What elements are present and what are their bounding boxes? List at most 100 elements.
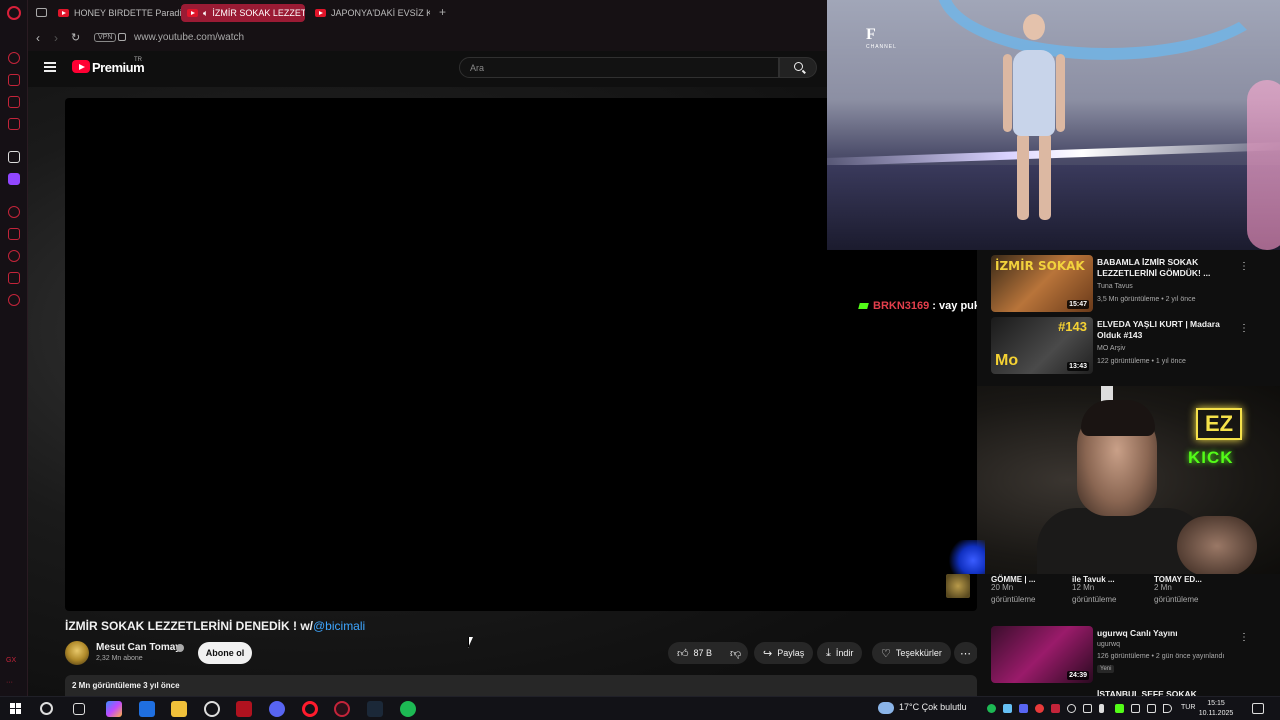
voice-app-icon[interactable] xyxy=(236,701,252,717)
microphone-icon[interactable] xyxy=(1099,704,1104,713)
grid-reco-item[interactable]: ile Tavuk ... 12 Mn görüntüleme xyxy=(1072,575,1148,606)
reco-item[interactable]: İZMİR SOKAK 15:47 BABAMLA İZMİR SOKAK LE… xyxy=(991,255,1280,313)
more-actions-button[interactable]: ⋯ xyxy=(954,642,978,664)
steam-icon[interactable] xyxy=(367,701,383,717)
history-icon[interactable] xyxy=(8,250,20,262)
opera-icon[interactable] xyxy=(302,701,318,717)
mail-icon[interactable] xyxy=(8,118,20,130)
menu-icon[interactable] xyxy=(44,62,56,72)
download-icon: ⤓ xyxy=(826,646,831,659)
channel-name[interactable]: Mesut Can Tomay xyxy=(96,642,181,653)
copilot-icon[interactable] xyxy=(106,701,122,717)
thumbs-down-icon[interactable]: 👎︎ xyxy=(730,647,741,660)
record-tray-icon[interactable] xyxy=(1035,704,1044,713)
youtube-favicon-icon xyxy=(58,9,69,17)
more-vertical-icon[interactable]: ⋮ xyxy=(1239,261,1249,272)
pinboard-icon[interactable] xyxy=(8,228,20,240)
video-title: İZMİR SOKAK LEZZETLERİNİ DENEDİK ! w/@bi… xyxy=(65,619,366,633)
back-icon[interactable]: ‹ xyxy=(36,31,40,45)
twitch-icon[interactable] xyxy=(8,173,20,185)
reco-thumbnail[interactable]: #143 Mo 13:43 xyxy=(991,317,1093,374)
streamer-webcam: EZ KICK xyxy=(977,386,1280,574)
weather-text[interactable]: 17°C Çok bulutlu xyxy=(899,702,967,712)
workspaces-icon[interactable] xyxy=(36,8,47,17)
channel-avatar[interactable] xyxy=(65,641,89,665)
discord-tray-icon[interactable] xyxy=(1019,704,1028,713)
tab-honey-birdette[interactable]: HONEY BIRDETTE Paradise xyxy=(58,4,198,22)
download-button[interactable]: ⤓ İndir xyxy=(817,642,863,664)
thumbs-up-icon[interactable]: 👍︎ xyxy=(677,647,689,660)
app-tray-icon[interactable] xyxy=(1051,704,1060,713)
steam-tray-icon[interactable] xyxy=(1003,704,1012,713)
grid-reco-item[interactable]: GÖMME | ... 20 Mn görüntüleme xyxy=(991,575,1067,606)
more-vertical-icon[interactable]: ⋮ xyxy=(1239,323,1249,334)
bag-icon[interactable] xyxy=(8,74,20,86)
description-box[interactable]: 2 Mn görüntüleme 3 yıl önce xyxy=(65,675,977,696)
reco-thumbnail[interactable]: İZMİR SOKAK 15:47 xyxy=(991,255,1093,312)
reco-title[interactable]: BABAMLA İZMİR SOKAK LEZZETLERİNİ GÖMDÜK!… xyxy=(1097,257,1222,279)
more-vertical-icon[interactable]: ⋮ xyxy=(1239,632,1249,643)
subscribe-button[interactable]: Abone ol xyxy=(198,642,252,664)
thanks-button[interactable]: ♡ Teşekkürler xyxy=(872,642,951,664)
clock[interactable]: 15:15 10.11.2025 xyxy=(1196,699,1236,719)
weather-icon[interactable] xyxy=(878,702,894,714)
outlook-icon[interactable] xyxy=(139,701,155,717)
reco-thumbnail[interactable]: 24:39 xyxy=(991,626,1093,683)
task-view-icon[interactable] xyxy=(73,703,85,715)
duration-badge: 13:43 xyxy=(1067,362,1089,371)
youtube-logo-icon[interactable] xyxy=(72,60,90,73)
mention-link[interactable]: @bicimali xyxy=(313,619,365,633)
streamer-hair xyxy=(1081,400,1155,436)
opera-gx-icon[interactable] xyxy=(334,701,350,717)
tab-izmir-sokak[interactable]: 🔈︎ İZMİR SOKAK LEZZET xyxy=(181,4,305,22)
windows-start-icon[interactable] xyxy=(10,703,22,715)
tray-icon[interactable] xyxy=(1131,704,1140,713)
reco-channel[interactable]: Tuna Tavus xyxy=(1097,283,1133,290)
obs-icon[interactable] xyxy=(204,701,220,717)
kick-icon[interactable] xyxy=(8,151,20,163)
aria-icon[interactable] xyxy=(8,52,20,64)
reload-icon[interactable]: ↻ xyxy=(71,31,80,44)
search-button[interactable] xyxy=(779,57,817,78)
opera-logo-icon[interactable] xyxy=(7,6,21,20)
messenger-icon[interactable] xyxy=(8,96,20,108)
grid-reco-item[interactable]: TOMAY ED... 2 Mn görüntüleme xyxy=(1154,575,1230,606)
screen: GX ··· HONEY BIRDETTE Paradise 🔈︎ İZMİR … xyxy=(0,0,1280,720)
volume-icon[interactable] xyxy=(1163,704,1172,713)
search-input[interactable]: Ara xyxy=(459,57,779,78)
reco-title[interactable]: ELVEDA YAŞLI KURT | Madara Olduk #143 xyxy=(1097,319,1222,341)
reco-item[interactable]: 24:39 ugurwq Canlı Yayını ugurwq 126 gör… xyxy=(991,626,1280,684)
extensions-icon[interactable] xyxy=(8,272,20,284)
like-count[interactable]: 87 B xyxy=(694,648,713,658)
reco-item[interactable]: #143 Mo 13:43 ELVEDA YAŞLI KURT | Madara… xyxy=(991,317,1280,375)
speaker-icon[interactable]: 🔈︎ xyxy=(203,8,208,19)
spotify-icon[interactable] xyxy=(400,701,416,717)
url-field[interactable]: www.youtube.com/watch xyxy=(134,32,244,43)
settings-icon[interactable] xyxy=(8,294,20,306)
reco-channel[interactable]: ugurwq xyxy=(1097,641,1120,648)
discord-icon[interactable] xyxy=(269,701,285,717)
language-indicator[interactable]: TUR xyxy=(1181,704,1195,711)
reco-title[interactable]: ugurwq Canlı Yayını xyxy=(1097,628,1222,639)
tab-japonya[interactable]: JAPONYA'DAKİ EVSİZ KU xyxy=(315,4,430,22)
tray-icon[interactable] xyxy=(1067,704,1076,713)
share-button[interactable]: ↪ Paylaş xyxy=(754,642,814,664)
reco-channel[interactable]: MO Arşiv xyxy=(1097,345,1125,352)
gx-label-icon: GX xyxy=(6,657,17,664)
vpn-badge[interactable]: VPN xyxy=(94,33,117,42)
lock-icon[interactable] xyxy=(118,33,126,41)
network-icon[interactable] xyxy=(1147,704,1156,713)
recommendations-grid: GÖMME | ... 20 Mn görüntüleme ile Tavuk … xyxy=(977,574,1280,696)
notification-icon[interactable] xyxy=(1252,703,1264,714)
more-icon[interactable]: ··· xyxy=(6,679,13,686)
forward-icon[interactable]: › xyxy=(54,31,58,45)
kick-tray-icon[interactable] xyxy=(1115,704,1124,713)
new-tab-button[interactable]: + xyxy=(439,5,446,19)
spotify-tray-icon[interactable] xyxy=(987,704,996,713)
address-bar: ‹ › ↻ VPN www.youtube.com/watch xyxy=(28,26,828,51)
file-explorer-icon[interactable] xyxy=(171,701,187,717)
player-icon[interactable] xyxy=(8,206,20,218)
share-icon: ↪ xyxy=(763,647,773,660)
tray-icon[interactable] xyxy=(1083,704,1092,713)
search-icon[interactable] xyxy=(40,702,53,715)
